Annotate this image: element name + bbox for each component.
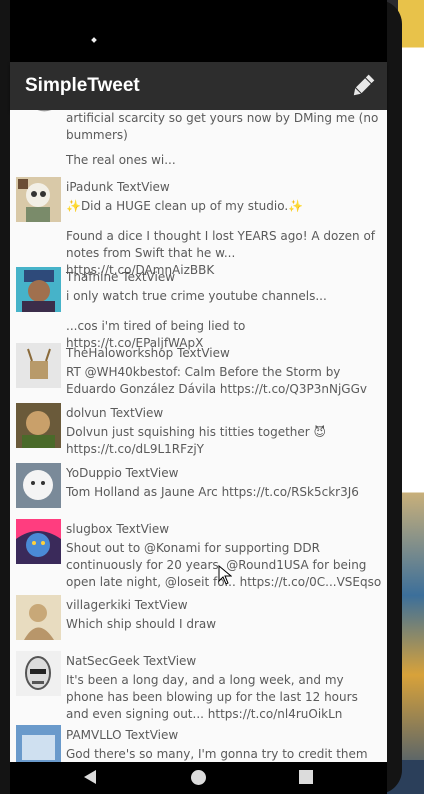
user-handle: TextView <box>125 728 179 742</box>
user-handle: TextView <box>125 466 179 480</box>
tweet-header: NatSecGeek TextView <box>66 654 196 668</box>
tweet-body: It's been a long day, and a long week, a… <box>66 673 358 721</box>
user-handle: TextView <box>116 522 170 536</box>
tweet-body: ✨Did a HUGE clean up of my studio.✨ <box>66 199 304 213</box>
avatar <box>16 651 61 696</box>
tweet-header: iPadunk TextView <box>66 180 170 194</box>
avatar <box>16 343 61 388</box>
tweet-body: The real ones wi... <box>66 153 176 167</box>
user-name: dolvun <box>66 406 107 420</box>
user-name: YoDuppio <box>66 466 122 480</box>
status-indicator-icon <box>91 37 97 43</box>
avatar <box>16 177 61 222</box>
tweet-header: TheHaloworkshop TextView <box>66 346 230 360</box>
user-handle: TextView <box>117 180 170 194</box>
avatar <box>16 403 61 448</box>
avatar <box>16 267 61 312</box>
user-handle: TextView <box>122 270 176 284</box>
status-bar <box>10 0 387 62</box>
user-name: NatSecGeek <box>66 654 140 668</box>
avatar-image <box>16 343 61 388</box>
navigation-bar <box>10 762 387 794</box>
user-handle: TextView <box>134 598 188 612</box>
avatar-image <box>16 177 61 222</box>
avatar <box>16 595 61 640</box>
tweet-body: Dolvun just squishing his titties togeth… <box>66 425 327 456</box>
avatar-image <box>16 519 61 564</box>
user-name: Thafnine <box>66 270 119 284</box>
tweet-header: Thafnine TextView <box>66 270 175 284</box>
tweet-body: artificial scarcity so get yours now by … <box>66 111 379 142</box>
app-toolbar: SimpleTweet <box>10 62 387 110</box>
tweet-timeline[interactable]: artificial scarcity so get yours now by … <box>10 110 387 762</box>
avatar <box>16 725 61 762</box>
user-name: iPadunk <box>66 180 114 194</box>
avatar-image <box>16 595 61 640</box>
avatar <box>16 463 61 508</box>
home-circle-icon[interactable] <box>191 770 206 785</box>
tweet-body: Tom Holland as Jaune Arc https://t.co/RS… <box>66 485 359 499</box>
tweet-body: i only watch true crime youtube channels… <box>66 289 327 303</box>
tweet-body: RT @WH40kbestof: Calm Before the Storm b… <box>66 365 367 396</box>
avatar-image <box>16 651 61 696</box>
user-handle: TextView <box>177 346 230 360</box>
tweet-header: PAMVLLO TextView <box>66 728 178 742</box>
pencil-icon <box>353 74 375 96</box>
tweet-body: God there's so many, I'm gonna try to cr… <box>66 747 368 761</box>
compose-button[interactable] <box>349 72 377 100</box>
user-name: slugbox <box>66 522 113 536</box>
phone-frame: SimpleTweet artificial scarcity so get y… <box>0 0 402 794</box>
avatar-image <box>16 267 61 312</box>
tweet-header: slugbox TextView <box>66 522 169 536</box>
avatar-image <box>16 463 61 508</box>
user-handle: TextView <box>143 654 197 668</box>
tweet-header: villagerkiki TextView <box>66 598 188 612</box>
avatar-image <box>37 110 52 112</box>
tweet-header: dolvun TextView <box>66 406 163 420</box>
user-name: PAMVLLO <box>66 728 122 742</box>
tweet-body: Which ship should I draw <box>66 617 217 631</box>
mouse-cursor-icon <box>218 565 232 585</box>
recent-apps-square-icon[interactable] <box>299 770 313 784</box>
user-handle: TextView <box>110 406 164 420</box>
avatar-image <box>16 725 61 762</box>
tweet-header: YoDuppio TextView <box>66 466 178 480</box>
user-name: TheHaloworkshop <box>66 346 174 360</box>
app-title: SimpleTweet <box>25 75 140 96</box>
back-triangle-icon[interactable] <box>84 770 96 784</box>
user-name: villagerkiki <box>66 598 131 612</box>
avatar-image <box>16 403 61 448</box>
avatar <box>16 519 61 564</box>
